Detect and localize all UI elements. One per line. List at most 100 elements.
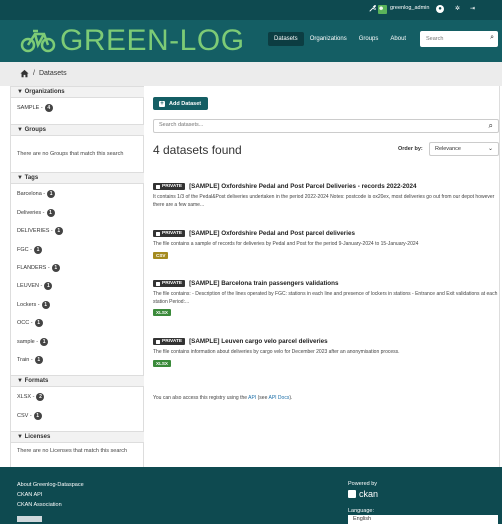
facet-item-csv[interactable]: CSV -1 [17,412,42,420]
count-badge: 1 [41,301,50,309]
logout-icon[interactable]: ⇥ [470,5,475,12]
filter-icon: ▼ [17,434,23,440]
breadcrumb-datasets[interactable]: Datasets [39,70,67,77]
count-badge: 1 [34,356,43,364]
facet-item-train[interactable]: Train -1 [17,356,43,364]
account-bar: ☻ greenlog_admin ● ✲ ⇥ [0,0,502,20]
facet-licenses-heading: ▼ Licenses [11,431,144,443]
format-badge-csv[interactable]: CSV [153,251,169,259]
results-count: 4 datasets found [153,143,242,157]
dataset-title-link[interactable]: [SAMPLE] Leuven cargo velo parcel delive… [189,338,328,345]
facet-item-fgc[interactable]: FGC -1 [17,246,42,254]
api-link[interactable]: API [248,395,256,401]
dataset-title-link[interactable]: [SAMPLE] Barcelona train passengers vali… [189,280,338,287]
dataset-notes: The file contains information about deli… [153,349,400,355]
site-footer: About Greenlog-Dataspace CKAN API CKAN A… [0,467,502,524]
footer-link-ckan-association[interactable]: CKAN Association [17,502,62,508]
logo-bicycle-icon [20,29,56,53]
facet-tags-heading: ▼ Tags [11,172,144,184]
logo-text: GREEN-LOG [60,24,245,57]
dataset-item: PRIVATE [SAMPLE] Oxfordshire Pedal and P… [153,230,498,259]
facet-organizations-heading: ▼ Organizations [11,86,144,98]
breadcrumb: / Datasets [20,69,67,78]
nav-about[interactable]: About [384,32,412,46]
toolbar: / Datasets [0,62,502,86]
ckan-logo[interactable]: ckan [348,489,378,499]
add-dataset-button[interactable]: + Add Dataset [153,97,208,110]
sysadmin-wrench-icon[interactable] [369,5,376,12]
filter-icon: ▼ [17,127,23,133]
facet-item-deliveries-upper[interactable]: DELIVERIES -1 [17,227,63,235]
language-label: Language: [348,508,374,514]
facet-item-xlsx[interactable]: XLSX -2 [17,393,45,401]
count-badge: 1 [46,209,55,217]
language-select[interactable]: English [348,515,498,524]
nav-datasets[interactable]: Datasets [268,32,304,46]
api-docs-link[interactable]: API Docs [268,395,289,401]
facet-item-sample[interactable]: SAMPLE -4 [17,104,53,112]
count-badge: 1 [51,264,60,272]
masthead: GREEN-LOG Datasets Organizations Groups … [0,20,502,62]
dataset-item: PRIVATE [SAMPLE] Barcelona train passeng… [153,280,498,316]
dataset-notes: The file contains a sample of records fo… [153,241,419,247]
license-badge-icon[interactable] [17,516,42,522]
groups-empty-message: There are no Groups that match this sear… [17,151,124,157]
nav-organizations[interactable]: Organizations [304,32,353,46]
lock-icon [156,184,160,189]
footer-link-about[interactable]: About Greenlog-Dataspace [17,482,84,488]
search-icon[interactable]: ⌕ [490,34,494,42]
licenses-empty-message: There are no Licenses that match this se… [17,448,128,454]
count-badge: 4 [44,104,53,112]
gear-icon[interactable]: ✲ [455,5,460,12]
facet-sidebar: ▼ Organizations SAMPLE -4 ▼ Groups There… [11,86,144,467]
chevron-down-icon: ⌄ [487,146,493,152]
format-badge-xlsx[interactable]: XLSX [153,309,171,316]
lock-icon [156,281,160,286]
private-badge: PRIVATE [153,230,186,237]
search-icon[interactable]: ⌕ [489,121,493,131]
count-badge: 1 [44,282,53,290]
site-logo[interactable]: GREEN-LOG [20,24,245,58]
username-link[interactable]: greenlog_admin [390,5,429,11]
dashboard-icon[interactable]: ● [436,5,444,13]
plus-icon: + [159,100,165,107]
dataset-search: ⌕ [153,119,499,133]
lock-icon [156,231,160,236]
user-avatar[interactable]: ☻ [378,5,387,14]
site-search: ⌕ [420,31,498,47]
facet-item-lockers[interactable]: Lockers -1 [17,301,50,309]
nav-groups[interactable]: Groups [353,32,385,46]
dataset-item: PRIVATE [SAMPLE] Oxfordshire Pedal and P… [153,183,498,209]
filter-icon: ▼ [17,175,23,181]
filter-icon: ▼ [17,89,23,95]
facet-item-flanders[interactable]: FLANDERS -1 [17,264,60,272]
count-badge: 1 [47,190,56,198]
main-nav: Datasets Organizations Groups About [268,32,412,46]
facet-item-occ[interactable]: OCC -1 [17,319,43,327]
main-wrapper: ▼ Organizations SAMPLE -4 ▼ Groups There… [10,86,500,467]
filter-icon: ▼ [17,378,23,384]
dataset-notes: The file contains: - Description of the … [153,291,498,305]
dataset-item: PRIVATE [SAMPLE] Leuven cargo velo parce… [153,338,498,367]
facet-groups-heading: ▼ Groups [11,124,144,136]
facet-item-sample-tag[interactable]: sample -1 [17,338,49,346]
dataset-search-input[interactable] [159,122,459,128]
facet-item-deliveries[interactable]: Deliveries -1 [17,209,55,217]
dataset-title-link[interactable]: [SAMPLE] Oxfordshire Pedal and Post parc… [189,230,355,237]
format-badge-xlsx[interactable]: XLSX [153,359,171,367]
api-note: You can also access this registry using … [153,395,293,401]
count-badge: 2 [36,393,45,401]
dataset-title-link[interactable]: [SAMPLE] Oxfordshire Pedal and Post Parc… [189,183,416,190]
facet-item-barcelona[interactable]: Barcelona -1 [17,190,56,198]
footer-link-ckan-api[interactable]: CKAN API [17,492,42,498]
site-search-input[interactable] [426,32,486,46]
facet-item-leuven[interactable]: LEUVEN -1 [17,282,53,290]
count-badge: 1 [34,246,42,254]
private-badge: PRIVATE [153,183,186,190]
private-badge: PRIVATE [153,338,186,345]
breadcrumb-separator: / [33,70,35,77]
count-badge: 1 [54,227,63,235]
home-icon[interactable] [20,69,29,78]
order-by-label: Order by: [398,146,423,152]
order-by-select[interactable]: Relevance ⌄ [429,142,499,156]
